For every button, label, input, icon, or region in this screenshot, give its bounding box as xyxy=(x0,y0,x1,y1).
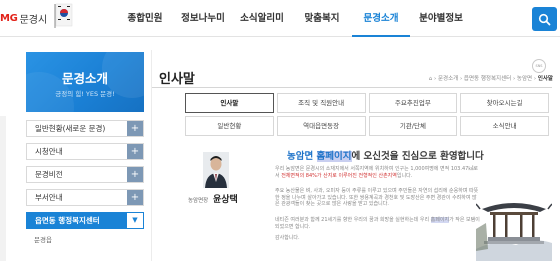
divider xyxy=(152,87,552,88)
traditional-pavilion-illustration xyxy=(476,203,552,261)
tab-row: 일반현황 역대읍면동장 기관/단체 소식안내 xyxy=(185,116,549,136)
breadcrumb-separator: › xyxy=(459,76,463,82)
head-portrait-photo xyxy=(203,152,229,188)
breadcrumb-item[interactable]: 읍면동 행정복지센터 xyxy=(464,76,511,82)
chevron-down-icon[interactable]: ▼ xyxy=(127,213,143,228)
page-title: 인사말 xyxy=(159,72,195,87)
tab-organization[interactable]: 조직 및 직원안내 xyxy=(276,93,366,113)
divider xyxy=(151,50,152,261)
sidebar-item-departments[interactable]: 부서안내 + xyxy=(26,189,144,206)
nav-item-info[interactable]: 정보나누미 xyxy=(174,0,232,37)
main-navigation: 종합민원 정보나누미 소식알리미 맞춤복지 문경소개 분야별정보 xyxy=(116,0,472,37)
breadcrumb-separator: › xyxy=(512,76,516,82)
sidebar-item-vision[interactable]: 문경비전 + xyxy=(26,166,144,183)
sidebar-item-cityhall[interactable]: 시청안내 + xyxy=(26,143,144,160)
sidebar-item-label: 일반현황(새로운 문경) xyxy=(35,124,106,133)
person-icon xyxy=(203,152,229,188)
tab-directions[interactable]: 찾아오시는길 xyxy=(460,93,549,113)
search-icon xyxy=(538,13,551,25)
sidebar-slogan: 긍정의 힘! YES 문경! xyxy=(55,90,115,98)
logo-mg-text: MG xyxy=(0,12,18,24)
paragraph-emphasis: 전체면적의 84%가 산지로 이루어진 전형적인 산촌지역 xyxy=(281,172,397,179)
headline-part: 에 오신것을 진심으로 환영합니다 xyxy=(351,151,484,162)
paragraph-text: 네티즌 여러분과 함께 21세기를 향한 우리의 꿈과 희망을 실현하는데 우리 xyxy=(275,217,430,223)
breadcrumb: ⌂ › 문경소개 › 읍면동 행정복지센터 › 농암면 › 인사말 xyxy=(429,74,553,82)
greeting-headline: 농암면 홈페이지에 오신것을 진심으로 환영합니다 xyxy=(287,148,484,162)
main-content: SNS 인사말 ⌂ › 문경소개 › 읍면동 행정복지센터 › 농암면 › 인사… xyxy=(151,50,556,261)
sidebar-title: 문경소개 xyxy=(61,71,108,86)
breadcrumb-current: 인사말 xyxy=(537,76,553,82)
tab-row: 인사말 조직 및 직원안내 주요추진업무 찾아오시는길 xyxy=(185,93,549,113)
sns-share-icon[interactable]: SNS xyxy=(532,59,546,73)
search-button[interactable] xyxy=(532,7,557,31)
breadcrumb-separator: › xyxy=(533,76,537,82)
breadcrumb-item[interactable]: 문경소개 xyxy=(438,76,458,82)
plus-icon[interactable]: + xyxy=(127,190,143,205)
sidebar-item-overview[interactable]: 일반현황(새로운 문경) + xyxy=(26,120,144,137)
sidebar-item-label: 시청안내 xyxy=(35,147,63,156)
tab-news[interactable]: 소식안내 xyxy=(460,116,549,136)
paragraph-highlight: 홈페이지 xyxy=(430,217,450,223)
greeting-paragraph: 우리 농암면은 문경시의 소재지에서 서쪽지역에 위치하여 인구는 1,000여… xyxy=(275,166,481,179)
nav-item-civil[interactable]: 종합민원 xyxy=(116,0,174,37)
content-tabs: 인사말 조직 및 직원안내 주요추진업무 찾아오시는길 일반현황 역대읍면동장 … xyxy=(185,93,549,139)
headline-part: 농암면 xyxy=(287,151,317,162)
greeting-paragraph: 네티즌 여러분과 함께 21세기를 향한 우리의 꿈과 희망을 실현하는데 우리… xyxy=(275,217,481,230)
sidebar-item-community-centers[interactable]: 읍면동 행정복지센터 ▼ xyxy=(26,212,144,229)
paragraph-text: 입니다. xyxy=(396,172,413,179)
tab-organizations[interactable]: 기관/단체 xyxy=(368,116,458,136)
greeting-closing: 감사합니다. xyxy=(275,235,300,241)
nav-item-news[interactable]: 소식알리미 xyxy=(232,0,292,37)
head-caption: 농암면장 윤상택 xyxy=(188,192,268,205)
nav-item-field[interactable]: 분야별정보 xyxy=(410,0,472,37)
breadcrumb-item[interactable]: 농암면 xyxy=(517,76,532,82)
greeting-section: 농암면장 윤상택 농암면 홈페이지에 오신것을 진심으로 환영합니다 우리 농암… xyxy=(183,146,555,261)
plus-icon[interactable]: + xyxy=(127,167,143,182)
tab-former-heads[interactable]: 역대읍면동장 xyxy=(276,116,366,136)
sidebar-item-label: 부서안내 xyxy=(35,193,63,202)
sidebar-item-label: 읍면동 행정복지센터 xyxy=(35,216,100,225)
head-position: 농암면장 xyxy=(188,198,209,204)
headline-highlight: 홈페이지 xyxy=(316,151,352,162)
tab-main-tasks[interactable]: 주요추진업무 xyxy=(368,93,458,113)
flag-icon xyxy=(54,3,73,28)
tab-greeting[interactable]: 인사말 xyxy=(185,93,274,113)
logo-city-name: 문경시 xyxy=(19,14,48,26)
home-icon[interactable]: ⌂ xyxy=(429,76,433,82)
site-header: MG 문경시 종합민원 정보나누미 소식알리미 맞춤복지 문경소개 분야별정보 xyxy=(0,0,560,37)
head-name: 윤상택 xyxy=(213,195,238,205)
site-logo[interactable]: MG 문경시 xyxy=(0,9,47,27)
nav-item-about[interactable]: 문경소개 xyxy=(352,0,410,37)
sidebar-menu: 일반현황(새로운 문경) + 시청안내 + 문경비전 + 부서안내 + 읍면동 … xyxy=(26,120,144,244)
nav-item-welfare[interactable]: 맞춤복지 xyxy=(292,0,352,37)
plus-icon[interactable]: + xyxy=(127,121,143,136)
breadcrumb-separator: › xyxy=(434,76,437,82)
sidebar-item-label: 문경비전 xyxy=(35,170,63,179)
tab-overview[interactable]: 일반현황 xyxy=(185,116,274,136)
plus-icon[interactable]: + xyxy=(127,144,143,159)
left-scrollbar[interactable] xyxy=(0,116,6,261)
sidebar-subitem-mungyeong-eup[interactable]: 문경읍 xyxy=(26,234,144,244)
greeting-paragraph: 주요 농산물은 벼, 사과, 오미자 등이 주류를 이루고 있으며 주민들은 자… xyxy=(275,188,479,208)
sidebar-banner: 문경소개 긍정의 힘! YES 문경! xyxy=(26,52,144,112)
